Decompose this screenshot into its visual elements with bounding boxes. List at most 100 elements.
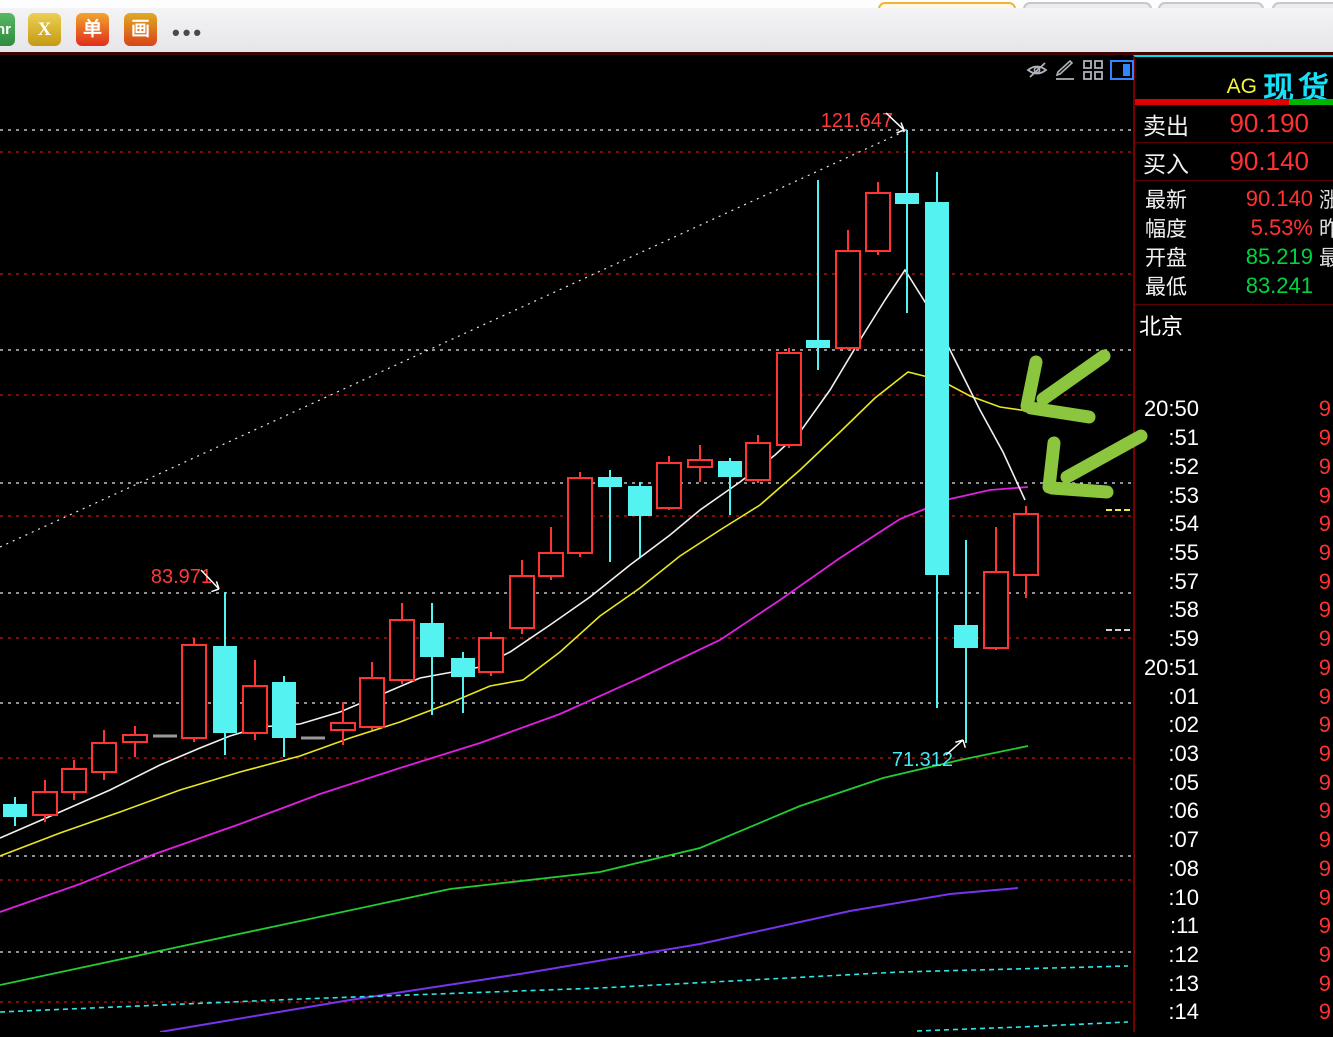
stat-label: 最低: [1145, 271, 1213, 301]
time-row[interactable]: :089: [1135, 855, 1333, 884]
candle-down: [451, 658, 475, 677]
candle-up: [657, 463, 681, 508]
time-row[interactable]: :549: [1135, 510, 1333, 539]
price-partial: 9: [1199, 597, 1331, 623]
time-label: :51: [1135, 425, 1199, 451]
ma-purple: [160, 888, 1018, 1032]
time-row[interactable]: :109: [1135, 883, 1333, 912]
session-bar: [1135, 99, 1333, 105]
time-row[interactable]: :589: [1135, 596, 1333, 625]
price-partial: 9: [1199, 885, 1331, 911]
ask-label: 卖出: [1143, 107, 1213, 141]
candle-up: [360, 678, 384, 727]
price-partial: 9: [1199, 684, 1331, 710]
stat-label: 最新: [1145, 184, 1213, 214]
time-row[interactable]: :599: [1135, 625, 1333, 654]
candle-up: [836, 251, 860, 348]
draw-pencil-icon[interactable]: [1053, 58, 1077, 82]
time-label: :58: [1135, 597, 1199, 623]
candle-up: [331, 723, 355, 730]
time-row[interactable]: :159: [1135, 1027, 1333, 1032]
bid-row[interactable]: 买入 90.140: [1135, 143, 1333, 181]
price-annotation: 83.971: [151, 566, 212, 588]
chart-toolbar: [1025, 58, 1135, 82]
instrument-name: 现货: [1263, 71, 1333, 99]
time-row[interactable]: :539: [1135, 481, 1333, 510]
annotation-arrowhead: [963, 740, 965, 748]
ask-price: 90.190: [1213, 108, 1309, 139]
quote-panel: AG现货 卖出 90.190 买入 90.140 最新90.140涨幅度5.53…: [1133, 55, 1333, 1032]
time-row[interactable]: :069: [1135, 797, 1333, 826]
time-row[interactable]: :529: [1135, 452, 1333, 481]
ma-cyan-dash-2: [917, 1022, 1128, 1031]
time-label: :10: [1135, 885, 1199, 911]
price-partial: 9: [1199, 454, 1331, 480]
session-bar-green: [1289, 99, 1333, 105]
candle-up: [688, 460, 712, 467]
time-row[interactable]: 20:509: [1135, 395, 1333, 424]
price-partial: 9: [1199, 942, 1331, 968]
price-partial: 9: [1199, 712, 1331, 738]
ma-white: [0, 270, 1025, 838]
candle-up: [568, 478, 592, 553]
candle-up: [33, 792, 57, 815]
candle-up: [123, 735, 147, 742]
more-options-icon[interactable]: •••: [172, 20, 204, 46]
chart-canvas[interactable]: 121.64783.97171.312: [0, 55, 1133, 1032]
grid-layout-icon[interactable]: [1081, 58, 1105, 82]
stats-rows: 最新90.140涨幅度5.53%昨开盘85.219最最低83.241: [1135, 181, 1333, 305]
time-row[interactable]: :079: [1135, 826, 1333, 855]
stat-next-col-partial: 涨: [1319, 184, 1333, 214]
time-label: :14: [1135, 999, 1199, 1025]
panel-layout-icon[interactable]: [1109, 58, 1135, 82]
time-row[interactable]: :579: [1135, 567, 1333, 596]
time-row[interactable]: :519: [1135, 424, 1333, 453]
price-partial: 9: [1199, 913, 1331, 939]
trading-app: { "tabs": {"count": 4, "active_index": 0…: [0, 0, 1333, 1032]
time-label: :57: [1135, 569, 1199, 595]
time-label: :52: [1135, 454, 1199, 480]
time-label: :12: [1135, 942, 1199, 968]
time-label: :06: [1135, 798, 1199, 824]
ma-cyan-dash-1: [0, 966, 1128, 1012]
time-row[interactable]: :129: [1135, 941, 1333, 970]
candlestick-chart[interactable]: 121.64783.97171.312: [0, 55, 1133, 1032]
symbol-code: AG: [1227, 75, 1257, 98]
candle-up: [539, 553, 563, 576]
stat-next-col-partial: 昨: [1319, 213, 1333, 243]
time-row[interactable]: :119: [1135, 912, 1333, 941]
time-row[interactable]: 20:519: [1135, 653, 1333, 682]
candle-up: [182, 645, 206, 738]
time-row[interactable]: :059: [1135, 768, 1333, 797]
time-label: :11: [1135, 913, 1199, 939]
price-partial: 9: [1199, 827, 1331, 853]
time-row[interactable]: :149: [1135, 998, 1333, 1027]
candle-down: [628, 486, 652, 516]
time-sales-list[interactable]: 20:509:519:529:539:549:559:579:589:59920…: [1135, 395, 1333, 1032]
price-partial: 9: [1199, 856, 1331, 882]
bid-label: 买入: [1143, 145, 1213, 179]
annotation-arrow: [946, 740, 963, 755]
price-partial: 9: [1199, 483, 1331, 509]
instrument-title[interactable]: AG 现货: [1135, 57, 1333, 99]
time-row[interactable]: :019: [1135, 682, 1333, 711]
timezone-label: 北京: [1135, 305, 1333, 335]
time-row[interactable]: :559: [1135, 539, 1333, 568]
time-label: :03: [1135, 741, 1199, 767]
hide-eye-icon[interactable]: [1025, 58, 1049, 82]
stat-row: 开盘85.219最: [1135, 242, 1333, 271]
time-row[interactable]: :139: [1135, 969, 1333, 998]
draw-tool-icon[interactable]: 画: [124, 13, 157, 46]
time-label: :53: [1135, 483, 1199, 509]
stat-value: 83.241: [1213, 273, 1313, 299]
candle-down: [272, 682, 296, 738]
close-x-tool-icon[interactable]: X: [28, 13, 61, 46]
hr-tool-icon[interactable]: hr: [0, 13, 15, 46]
price-annotation: 121.647: [821, 110, 893, 132]
stat-row: 最新90.140涨: [1135, 184, 1333, 213]
ask-row[interactable]: 卖出 90.190: [1135, 105, 1333, 143]
time-row[interactable]: :029: [1135, 711, 1333, 740]
order-ticket-icon[interactable]: 单: [76, 13, 109, 46]
stat-label: 幅度: [1145, 213, 1213, 243]
time-row[interactable]: :039: [1135, 740, 1333, 769]
